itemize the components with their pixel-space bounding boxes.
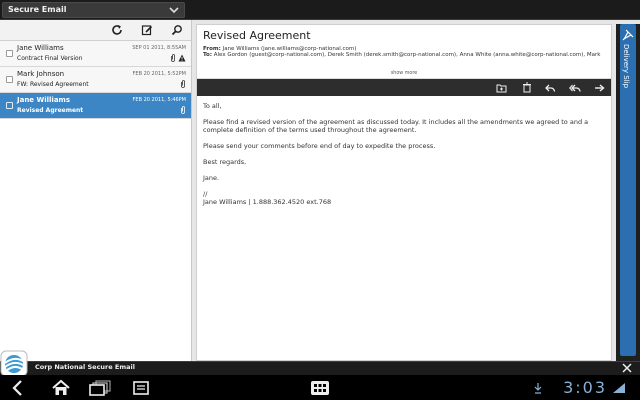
attachment-icon bbox=[170, 54, 176, 64]
system-nav-bar: 3:03 bbox=[0, 375, 640, 400]
download-icon bbox=[532, 378, 544, 397]
to-value: Alex Gordon (guest@corp-national.com), D… bbox=[213, 52, 601, 58]
message-subject: FW: Revised Agreement bbox=[17, 81, 89, 88]
delivery-slip-tab[interactable]: Delivery Slip bbox=[620, 24, 636, 356]
show-more-link[interactable]: show more bbox=[197, 71, 611, 76]
tools-icon[interactable] bbox=[622, 363, 632, 375]
message-date: SEP 01 2011, 8:55AM bbox=[132, 45, 186, 51]
message-subject: Revised Agreement bbox=[17, 107, 84, 114]
refresh-icon[interactable] bbox=[110, 23, 124, 37]
signature: Jane Williams | 1.888.362.4520 ext.768 bbox=[203, 198, 332, 206]
search-icon[interactable] bbox=[170, 23, 184, 37]
home-icon[interactable] bbox=[50, 378, 72, 397]
message-list-panel: Jane Williams Contract Final Version SEP… bbox=[0, 20, 192, 361]
list-item[interactable]: Mark Johnson FW: Revised Agreement FEB 2… bbox=[0, 67, 191, 93]
reply-all-icon[interactable] bbox=[568, 81, 581, 94]
body-greeting: To all, bbox=[203, 102, 222, 110]
top-bar: Secure Email bbox=[0, 0, 640, 20]
to-label: To: bbox=[203, 52, 212, 58]
message-subject: Contract Final Version bbox=[17, 55, 83, 62]
signature-separator: // bbox=[203, 190, 208, 198]
app-logo-icon[interactable] bbox=[0, 348, 30, 378]
message-checkbox[interactable] bbox=[6, 102, 13, 109]
message-checkbox[interactable] bbox=[6, 76, 13, 83]
menu-icon[interactable] bbox=[131, 378, 151, 397]
delivery-slip-label: Delivery Slip bbox=[622, 44, 630, 89]
email-subject: Revised Agreement bbox=[203, 29, 311, 42]
attachment-icon bbox=[180, 80, 186, 90]
body-paragraph: Please send your comments before end of … bbox=[203, 142, 436, 150]
email-body: To all, Please find a revised version of… bbox=[197, 96, 611, 212]
message-date: FEB 20 2011, 5:52PM bbox=[132, 71, 186, 77]
delivery-slip-panel: Delivery Slip bbox=[616, 24, 640, 361]
email-action-bar bbox=[197, 79, 611, 96]
pin-icon bbox=[622, 29, 634, 43]
warning-icon bbox=[178, 54, 186, 64]
message-sender: Jane Williams bbox=[17, 44, 64, 52]
message-sender: Mark Johnson bbox=[17, 70, 65, 78]
move-to-folder-icon[interactable] bbox=[495, 81, 508, 94]
message-date: FEB 20 2011, 5:46PM bbox=[132, 97, 186, 103]
wifi-icon bbox=[612, 378, 626, 397]
attachment-icon bbox=[180, 106, 186, 116]
account-selector[interactable]: Secure Email bbox=[2, 2, 185, 18]
email-view: Revised Agreement From: Jane Williams (j… bbox=[196, 24, 612, 361]
delete-icon[interactable] bbox=[520, 81, 533, 94]
body-paragraph: Please find a revised version of the agr… bbox=[203, 118, 589, 134]
app-drawer-icon[interactable] bbox=[309, 378, 331, 397]
forward-icon[interactable] bbox=[593, 81, 606, 94]
body-closing: Best regards, bbox=[203, 158, 247, 166]
back-icon[interactable] bbox=[8, 378, 28, 397]
compose-icon[interactable] bbox=[140, 23, 154, 37]
list-toolbar bbox=[0, 20, 191, 41]
body-name: Jane. bbox=[203, 174, 220, 182]
email-header: Revised Agreement From: Jane Williams (j… bbox=[197, 25, 611, 79]
recent-apps-icon[interactable] bbox=[88, 378, 112, 397]
reply-icon[interactable] bbox=[544, 81, 557, 94]
message-checkbox[interactable] bbox=[6, 50, 13, 57]
footer-title: Corp National Secure Email bbox=[35, 363, 135, 371]
to-line: To: Alex Gordon (guest@corp-national.com… bbox=[203, 52, 605, 58]
list-item[interactable]: Jane Williams Revised Agreement FEB 20 2… bbox=[0, 93, 191, 119]
list-item[interactable]: Jane Williams Contract Final Version SEP… bbox=[0, 41, 191, 67]
message-sender: Jane Williams bbox=[17, 96, 70, 104]
app-footer: Corp National Secure Email bbox=[0, 361, 640, 375]
status-clock: 3:03 bbox=[563, 378, 607, 397]
account-label: Secure Email bbox=[8, 5, 67, 14]
